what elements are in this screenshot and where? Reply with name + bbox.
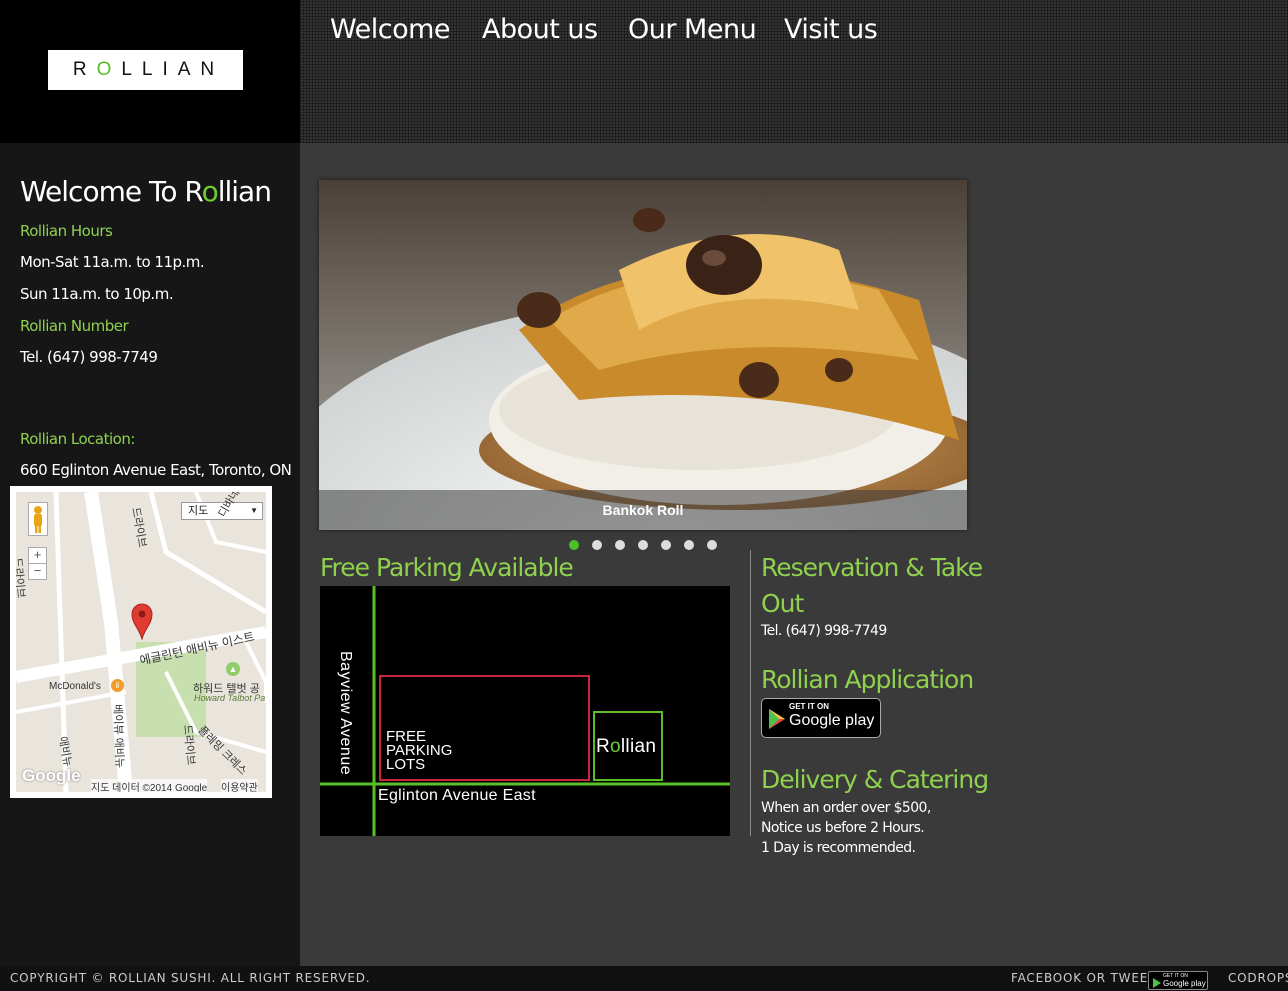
main-nav: Welcome About us Our Menu Visit us (300, 0, 1288, 143)
map-attribution: 지도 데이터 ©2014 Google (91, 779, 208, 792)
slide-caption: Bankok Roll (319, 490, 967, 530)
parking-title: Free Parking Available (320, 553, 574, 582)
delivery-line: Notice us before 2 Hours. (761, 820, 925, 836)
sidebar-title: Welcome To Rollian (20, 175, 272, 208)
footer-badge-large: Google play (1163, 979, 1206, 988)
social-link[interactable]: FACEBOOK OR TWEET (1011, 971, 1156, 985)
nav-welcome[interactable]: Welcome (330, 14, 451, 45)
reservation-title-line2: Out (761, 589, 804, 618)
hours-label: Rollian Hours (20, 222, 113, 240)
location-map[interactable]: 지도 ▼ + − 드라이브 디바네일 에글린턴 애비뉴 이스트 McDonald'… (10, 486, 272, 798)
park-icon: ▲ (226, 662, 240, 676)
logo-area: R O LLIAN (0, 0, 300, 143)
reservation-title-line1: Reservation & Take (761, 553, 983, 582)
codrops-link[interactable]: CODROPS (1228, 971, 1288, 985)
brand-o: o (610, 736, 621, 757)
slider-dot[interactable] (638, 540, 648, 550)
slider-dot[interactable] (707, 540, 717, 550)
parking-lots-line: LOTS (386, 756, 426, 773)
hours-weekday: Mon-Sat 11a.m. to 11p.m. (20, 253, 205, 271)
brand-end: llian (620, 736, 657, 757)
google-play-icon (769, 709, 785, 729)
slider-dot[interactable] (592, 540, 602, 550)
slider-dot[interactable] (569, 540, 579, 550)
badge-small-text: GET IT ON (789, 702, 829, 711)
footer-google-play-badge[interactable]: GET IT ON Google play (1148, 971, 1208, 990)
sidebar-title-end: llian (217, 175, 272, 208)
parking-lots-label: FREE PARKING LOTS (386, 729, 452, 773)
sidebar-address: 660 Eglinton Avenue East, Toronto, ON (20, 461, 292, 479)
delivery-line: 1 Day is recommended. (761, 840, 916, 856)
slider-dot[interactable] (661, 540, 671, 550)
map-terms-link[interactable]: 이용약관 (221, 779, 258, 792)
application-title: Rollian Application (761, 665, 974, 694)
delivery-title: Delivery & Catering (761, 765, 989, 794)
nav-about-us[interactable]: About us (482, 14, 598, 45)
site-logo[interactable]: R O LLIAN (48, 50, 243, 90)
footer: COPYRIGHT © ROLLIAN SUSHI. ALL RIGHT RES… (0, 966, 1288, 991)
copyright-text: COPYRIGHT © ROLLIAN SUSHI. ALL RIGHT RES… (10, 971, 371, 985)
reservation-phone: Tel. (647) 998-7749 (761, 623, 887, 639)
slide-image (319, 180, 967, 530)
map-label: 베이뷰 애비뉴 (111, 704, 126, 769)
hours-sunday: Sun 11a.m. to 10p.m. (20, 285, 174, 303)
street-view-pegman-icon[interactable] (28, 502, 48, 536)
brand-start: R (596, 736, 611, 757)
sidebar-title-start: Welcome To R (20, 175, 203, 208)
slider-dot[interactable] (615, 540, 625, 550)
slider-dot[interactable] (684, 540, 694, 550)
google-logo[interactable]: Google (22, 766, 81, 786)
location-label: Rollian Location: (20, 430, 135, 448)
nav-our-menu[interactable]: Our Menu (628, 14, 757, 45)
number-label: Rollian Number (20, 317, 129, 335)
logo-text-start: R (72, 59, 97, 80)
street-bayview: Bayview Avenue (337, 651, 354, 776)
map-label: 드라이브 (181, 724, 197, 766)
restaurant-icon: ⅱ (111, 679, 124, 692)
parking-map: Bayview Avenue Eglinton Avenue East FREE… (320, 586, 730, 836)
google-play-badge[interactable]: GET IT ON Google play (761, 698, 881, 738)
parking-brand-label: Rollian (596, 736, 656, 758)
image-slider[interactable]: Bankok Roll (319, 180, 967, 530)
delivery-line: When an order over $500, (761, 800, 931, 816)
logo-text-end: LLIAN (121, 59, 225, 80)
map-label-park-en: Howard Talbot Pa (194, 693, 266, 703)
map-label-mcdonalds: McDonald's (49, 681, 101, 692)
badge-large-text: Google play (789, 712, 875, 729)
street-eglinton: Eglinton Avenue East (378, 787, 536, 804)
nav-visit-us[interactable]: Visit us (784, 14, 878, 45)
zoom-out-button[interactable]: − (28, 563, 47, 580)
google-play-icon (1153, 978, 1161, 988)
map-type-value: 지도 (188, 505, 209, 517)
chevron-down-icon: ▼ (250, 506, 258, 515)
sidebar-phone: Tel. (647) 998-7749 (20, 348, 158, 366)
logo-text-o: O (96, 59, 122, 80)
sidebar-title-o: o (201, 175, 219, 208)
map-marker-icon[interactable] (130, 602, 154, 640)
map-canvas[interactable]: 지도 ▼ + − 드라이브 디바네일 에글린턴 애비뉴 이스트 McDonald'… (16, 492, 266, 792)
section-divider (750, 550, 751, 836)
zoom-in-button[interactable]: + (28, 547, 47, 564)
